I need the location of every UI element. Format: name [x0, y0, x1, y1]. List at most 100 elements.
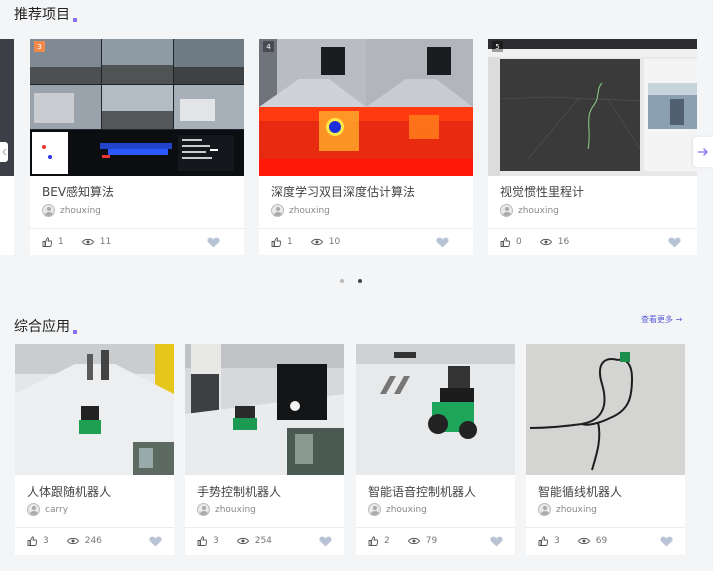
project-title[interactable]: 人体跟随机器人 [27, 483, 111, 500]
app-card[interactable]: 智能语音控制机器人 zhouxing 2 79 [356, 344, 515, 555]
eye-icon [539, 238, 552, 246]
author-name: zhouxing [215, 504, 256, 515]
thumb-up-icon [27, 536, 37, 546]
user-avatar-icon [27, 503, 40, 516]
thumb-up-icon [538, 536, 548, 546]
recommended-card[interactable]: 5 视觉惯性里程计 zhouxing 0 16 [488, 39, 697, 255]
eye-icon [407, 537, 420, 545]
project-thumbnail [185, 344, 344, 475]
app-card[interactable]: 人体跟随机器人 carry 3 246 [15, 344, 174, 555]
project-thumbnail [526, 344, 685, 475]
view-stat: 10 [310, 237, 341, 247]
view-count: 69 [595, 536, 608, 546]
like-stat[interactable]: 3 [27, 536, 49, 546]
project-title[interactable]: 智能循线机器人 [538, 483, 622, 500]
like-count: 3 [213, 536, 219, 546]
card-divider [356, 527, 515, 528]
card-stats: 0 16 [500, 237, 681, 247]
project-title[interactable]: 手势控制机器人 [197, 483, 281, 500]
rank-badge: 5 [492, 41, 503, 52]
view-stat: 79 [407, 536, 437, 546]
card-divider [185, 527, 344, 528]
project-title[interactable]: 视觉惯性里程计 [500, 183, 584, 200]
pagination-dot[interactable] [340, 279, 344, 283]
like-count: 3 [43, 536, 49, 546]
heart-icon[interactable] [436, 237, 449, 248]
view-stat: 69 [577, 536, 608, 546]
view-stat: 16 [539, 237, 569, 247]
heart-icon[interactable] [319, 536, 332, 547]
project-title[interactable]: 深度学习双目深度估计算法 [271, 183, 415, 200]
project-thumbnail [15, 344, 174, 475]
view-count: 246 [84, 536, 102, 546]
recommended-title-text: 推荐项目 [14, 7, 70, 23]
project-thumbnail: 5 [488, 39, 697, 176]
like-stat[interactable]: 1 [271, 237, 293, 247]
app-card[interactable]: 手势控制机器人 zhouxing 3 254 [185, 344, 344, 555]
author-name: zhouxing [556, 504, 597, 515]
card-divider [15, 527, 174, 528]
heart-icon[interactable] [660, 536, 673, 547]
pagination-dot-active[interactable] [358, 279, 362, 283]
app-card[interactable]: 智能循线机器人 zhouxing 3 69 [526, 344, 685, 555]
card-stats: 3 246 [27, 536, 162, 546]
view-count: 10 [328, 237, 341, 247]
like-stat[interactable]: 2 [368, 536, 390, 546]
project-thumbnail [356, 344, 515, 475]
project-author: zhouxing [368, 503, 427, 516]
like-stat[interactable]: 3 [197, 536, 219, 546]
recommended-section-title: 推荐项目 [14, 4, 77, 24]
title-accent-dot [73, 18, 77, 22]
user-avatar-icon [197, 503, 210, 516]
thumb-up-icon [42, 237, 52, 247]
author-name: zhouxing [60, 205, 101, 216]
carousel-prev-button[interactable] [0, 142, 8, 162]
like-stat[interactable]: 3 [538, 536, 560, 546]
card-stats: 1 10 [271, 237, 461, 247]
view-count: 11 [99, 237, 112, 247]
thumb-up-icon [500, 237, 510, 247]
like-stat[interactable]: 0 [500, 237, 522, 247]
carousel-next-button[interactable] [693, 137, 713, 167]
project-thumbnail: 3 [30, 39, 244, 176]
apps-title-text: 综合应用 [14, 319, 70, 335]
eye-icon [577, 537, 590, 545]
project-title[interactable]: 智能语音控制机器人 [368, 483, 476, 500]
user-avatar-icon [500, 204, 513, 217]
thumb-up-icon [197, 536, 207, 546]
author-name: zhouxing [386, 504, 427, 515]
heart-icon[interactable] [668, 237, 681, 248]
like-stat[interactable]: 1 [42, 237, 64, 247]
like-count: 2 [384, 536, 390, 546]
heart-icon[interactable] [207, 237, 220, 248]
view-stat: 11 [81, 237, 112, 247]
author-name: zhouxing [289, 205, 330, 216]
rank-badge: 3 [34, 41, 45, 52]
rank-badge: 4 [263, 41, 274, 52]
project-author: zhouxing [500, 204, 559, 217]
apps-section-title: 综合应用 [14, 316, 77, 336]
recommended-card[interactable]: 3 BEV感知算法 zhouxing 1 11 [30, 39, 244, 255]
like-count: 1 [287, 237, 293, 247]
author-name: carry [45, 504, 69, 515]
card-stats: 3 254 [197, 536, 332, 546]
carousel-pagination [333, 279, 369, 283]
view-more-link[interactable]: 查看更多 → [641, 314, 682, 325]
heart-icon[interactable] [490, 536, 503, 547]
user-avatar-icon [42, 204, 55, 217]
eye-icon [66, 537, 79, 545]
project-title[interactable]: BEV感知算法 [42, 183, 114, 200]
card-stats: 3 69 [538, 536, 673, 546]
arrow-right-icon [698, 148, 708, 156]
view-stat: 246 [66, 536, 102, 546]
recommended-card[interactable]: 4 深度学习双目深度估计算法 zhouxing 1 10 [259, 39, 473, 255]
card-divider [526, 527, 685, 528]
view-count: 254 [254, 536, 272, 546]
user-avatar-icon [368, 503, 381, 516]
project-author: zhouxing [197, 503, 256, 516]
like-count: 0 [516, 237, 522, 247]
thumb-up-icon [368, 536, 378, 546]
heart-icon[interactable] [149, 536, 162, 547]
card-divider [30, 228, 244, 229]
eye-icon [81, 238, 94, 246]
